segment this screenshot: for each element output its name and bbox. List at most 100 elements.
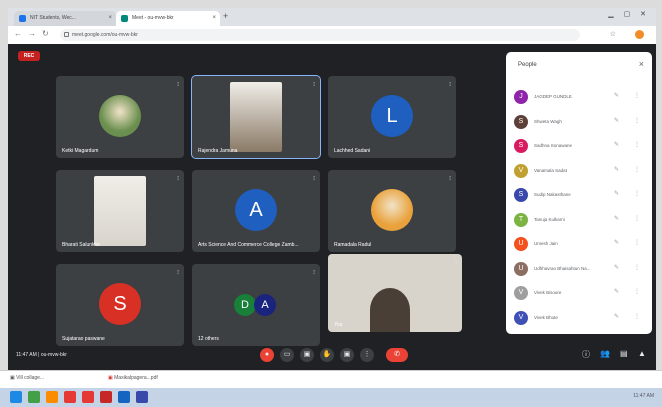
present-button[interactable]: ▣ xyxy=(340,348,354,362)
participant-name: JAGDEP GUNDLE xyxy=(534,94,572,99)
participant-row[interactable]: V Vanamala Sadat ✎ ⋮ xyxy=(506,160,652,184)
more-vert-icon[interactable]: ⋮ xyxy=(634,190,640,197)
mic-off-icon[interactable]: ✎ xyxy=(614,141,619,148)
participant-row[interactable]: J JAGDEP GUNDLE ✎ ⋮ xyxy=(506,86,652,110)
taskbar-app-icon[interactable] xyxy=(136,391,148,403)
participant-tile[interactable]: S ⁝ Sujatarao paswane xyxy=(56,264,184,346)
close-tab-icon[interactable]: × xyxy=(108,11,112,26)
mic-off-icon: ⁝ xyxy=(177,82,179,88)
captions-icon: ▭ xyxy=(283,351,291,358)
system-tray: 11:47 AM xyxy=(633,393,654,399)
browser-window: NIT Students, Wec... × Meet - ou-mvw-bkr… xyxy=(8,8,656,370)
participant-row[interactable]: U Udhhavrao Bhaisahtun Na... ✎ ⋮ xyxy=(506,258,652,282)
layout-icon: ▣ xyxy=(303,351,311,358)
avatar: L xyxy=(371,95,413,137)
participant-tile[interactable]: ⁝ Bharati Salunkhe xyxy=(56,170,184,252)
more-vert-icon[interactable]: ⋮ xyxy=(634,166,640,173)
taskbar-app-icon[interactable] xyxy=(64,391,76,403)
participant-row[interactable]: V Vivek Bhute ✎ ⋮ xyxy=(506,307,652,331)
tab-students[interactable]: NIT Students, Wec... × xyxy=(14,11,116,26)
info-icon[interactable]: ⓘ xyxy=(582,349,590,360)
participant-tile[interactable]: ⁝ Ramadala Radul xyxy=(328,170,456,252)
mic-off-icon[interactable]: ✎ xyxy=(614,166,619,173)
bookmark-star-icon[interactable]: ☆ xyxy=(610,30,616,38)
url-field[interactable]: meet.google.com/ou-mvw-bkr xyxy=(60,29,580,41)
participant-tile[interactable]: D A ⁝ 12 others xyxy=(192,264,320,346)
mic-off-icon[interactable]: ✎ xyxy=(614,288,619,295)
participant-tile[interactable]: A ⁝ Arts Science And Commerce College Zamb… xyxy=(192,170,320,252)
tab-meet[interactable]: Meet - ou-mvw-bkr × xyxy=(116,11,220,26)
new-tab-button[interactable]: + xyxy=(223,11,228,21)
avatar xyxy=(99,95,141,137)
forward-icon[interactable]: → xyxy=(28,29,36,38)
participant-row[interactable]: V Vivek Bisoure ✎ ⋮ xyxy=(506,282,652,306)
layout-button[interactable]: ▣ xyxy=(300,348,314,362)
mic-off-icon[interactable]: ✎ xyxy=(614,264,619,271)
hand-icon: ✋ xyxy=(322,351,332,358)
participant-name: Ketki Magardum xyxy=(62,148,99,154)
more-vert-icon[interactable]: ⋮ xyxy=(634,92,640,99)
participant-row[interactable]: S Shweta Wagh ✎ ⋮ xyxy=(506,111,652,135)
close-tab-icon[interactable]: × xyxy=(212,11,216,26)
more-vert-icon[interactable]: ⋮ xyxy=(634,288,640,295)
meeting-controls: 11:47 AM | ou-mvw-bkr ● ▭ ▣ ✋ ▣ ⋮ ✆ xyxy=(8,342,508,370)
window-controls[interactable]: ▁ ▢ ✕ xyxy=(608,10,650,18)
more-vert-icon[interactable]: ⋮ xyxy=(634,264,640,271)
participant-tile[interactable]: ⁝ You xyxy=(328,254,462,332)
taskbar-app-icon[interactable] xyxy=(10,391,22,403)
more-vert-icon[interactable]: ⋮ xyxy=(634,239,640,246)
participant-name: Arts Science And Commerce College Zamb..… xyxy=(198,242,299,248)
more-vert-icon[interactable]: ⋮ xyxy=(634,215,640,222)
close-icon[interactable]: × xyxy=(639,59,644,69)
taskbar-app-icon[interactable] xyxy=(100,391,112,403)
taskbar-app-icon[interactable] xyxy=(118,391,130,403)
taskbar-app-icon[interactable] xyxy=(28,391,40,403)
mic-off-icon[interactable]: ✎ xyxy=(614,215,619,222)
reload-icon[interactable]: ↻ xyxy=(42,29,49,38)
more-options-button[interactable]: ⋮ xyxy=(360,348,374,362)
people-icon[interactable]: 👥 xyxy=(600,349,610,358)
activities-icon[interactable]: ▲ xyxy=(638,349,646,358)
more-vert-icon[interactable]: ⋮ xyxy=(634,117,640,124)
taskbar-app-icon[interactable] xyxy=(82,391,94,403)
avatar: S xyxy=(514,139,528,153)
participant-tile[interactable]: ⁝ Rajendra Jamuna xyxy=(191,75,321,159)
participant-name: Vanamala Sadat xyxy=(534,167,567,173)
avatar xyxy=(371,189,413,231)
participant-row[interactable]: T Tanuja Kulkarni ✎ ⋮ xyxy=(506,209,652,233)
people-panel: People × J JAGDEP GUNDLE ✎ ⋮ S Shweta Wagh ✎ ⋮ S… xyxy=(506,52,652,334)
mic-off-icon[interactable]: ✎ xyxy=(614,92,619,99)
participant-tile[interactable]: L ⁝ Lachhed Sadani xyxy=(328,76,456,158)
mic-off-icon[interactable]: ✎ xyxy=(614,117,619,124)
more-vert-icon[interactable]: ⋮ xyxy=(634,313,640,320)
profile-avatar[interactable] xyxy=(635,30,644,39)
mic-button[interactable]: ● xyxy=(260,348,274,362)
avatar: U xyxy=(514,261,528,276)
more-vert-icon[interactable]: ⋮ xyxy=(634,141,640,148)
participant-row[interactable]: S Sadhna Sonawane ✎ ⋮ xyxy=(506,135,652,159)
avatar: A xyxy=(254,294,276,316)
participant-row[interactable]: U Umesh Jain ✎ ⋮ xyxy=(506,233,652,257)
mic-off-icon[interactable]: ✎ xyxy=(614,190,619,197)
end-call-button[interactable]: ✆ xyxy=(386,348,408,362)
chat-icon[interactable]: ▤ xyxy=(620,349,628,358)
avatar: A xyxy=(235,189,277,231)
participant-name: Ramadala Radul xyxy=(334,242,372,248)
download-item[interactable]: ▣ Vill collage... xyxy=(10,375,44,381)
participant-row[interactable]: S Sudip Nakasthane ✎ ⋮ xyxy=(506,184,652,208)
mic-off-icon[interactable]: ✎ xyxy=(614,313,619,320)
participant-name: Shweta Wagh xyxy=(534,118,562,124)
participant-tile[interactable]: ⁝ Ketki Magardum xyxy=(56,76,184,158)
raise-hand-button[interactable]: ✋ xyxy=(320,348,334,362)
mic-icon: ● xyxy=(264,351,270,358)
back-icon[interactable]: ← xyxy=(14,29,22,38)
address-bar: ← → ↻ meet.google.com/ou-mvw-bkr ☆ xyxy=(8,26,656,45)
mic-off-icon[interactable]: ✎ xyxy=(614,239,619,246)
participant-name: Vivek Bisoure xyxy=(534,290,562,295)
captions-button[interactable]: ▭ xyxy=(280,348,294,362)
download-item[interactable]: ▣ Masikalpagera...pdf xyxy=(108,375,158,381)
taskbar-app-icon[interactable] xyxy=(46,391,58,403)
avatar: V xyxy=(514,310,528,325)
url-text: meet.google.com/ou-mvw-bkr xyxy=(72,32,138,38)
video-feed xyxy=(230,82,282,152)
